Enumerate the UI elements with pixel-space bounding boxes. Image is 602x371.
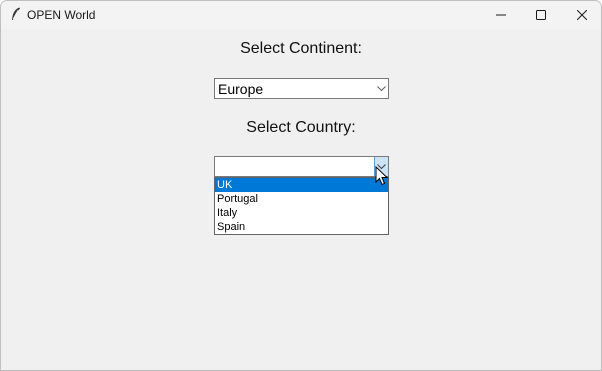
dropdown-option-uk[interactable]: UK: [215, 178, 388, 192]
maximize-icon: [536, 10, 546, 20]
continent-heading: Select Continent:: [240, 40, 362, 57]
dropdown-option-spain[interactable]: Spain: [215, 220, 388, 234]
continent-combobox[interactable]: Europe: [214, 78, 389, 99]
mouse-pointer-icon: [375, 165, 389, 186]
minimize-button[interactable]: [481, 1, 521, 29]
dropdown-option-italy[interactable]: Italy: [215, 206, 388, 220]
country-dropdown-list[interactable]: UK Portugal Italy Spain: [214, 177, 389, 235]
close-icon: [577, 10, 587, 20]
country-combobox[interactable]: [214, 156, 389, 177]
chevron-down-icon[interactable]: [374, 79, 388, 98]
title-bar[interactable]: OPEN World: [1, 1, 601, 29]
country-heading: Select Country:: [246, 119, 356, 136]
minimize-icon: [496, 14, 506, 16]
maximize-button[interactable]: [521, 1, 561, 29]
app-window: OPEN World Select Continent: Europe Sele…: [0, 0, 602, 371]
close-button[interactable]: [562, 1, 601, 29]
feather-icon: [11, 7, 21, 21]
dropdown-option-portugal[interactable]: Portugal: [215, 192, 388, 206]
window-title: OPEN World: [27, 8, 96, 22]
continent-selected-value: Europe: [218, 81, 264, 97]
